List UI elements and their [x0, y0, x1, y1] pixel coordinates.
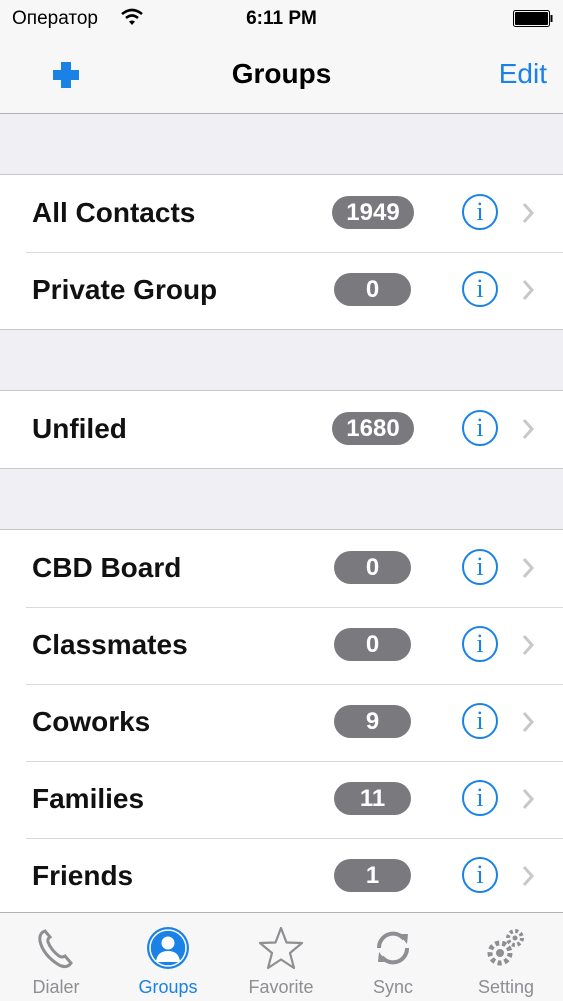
tab-label: Setting: [477, 977, 535, 997]
info-button[interactable]: i: [462, 271, 498, 307]
chevron-right-icon: [522, 635, 535, 655]
count-badge: 1680: [332, 412, 414, 445]
count-badge: 1949: [332, 196, 414, 229]
group-name: CBD Board: [32, 552, 182, 583]
count-badge: 0: [334, 551, 411, 584]
count-badge: 0: [334, 273, 411, 306]
group-name: Private Group: [32, 274, 218, 305]
info-button[interactable]: i: [462, 626, 498, 662]
info-button[interactable]: i: [462, 549, 498, 585]
info-button[interactable]: i: [462, 780, 498, 816]
sync-icon: [376, 931, 410, 965]
status-bar: Оператор 6:11 PM: [0, 0, 563, 38]
chevron-right-icon: [522, 203, 535, 223]
group-row-private-group[interactable]: Private Group 0 i: [0, 252, 563, 329]
tab-label: Groups: [138, 977, 198, 997]
tab-setting[interactable]: Setting: [450, 913, 562, 1001]
group-name: Classmates: [32, 629, 188, 660]
status-time: 6:11 PM: [246, 8, 317, 29]
tab-label: Favorite: [248, 977, 314, 997]
chevron-right-icon: [522, 866, 535, 886]
chevron-right-icon: [522, 280, 535, 300]
group-name: Unfiled: [32, 413, 127, 444]
tab-dialer[interactable]: Dialer: [0, 913, 112, 1001]
battery-icon: [513, 10, 553, 27]
phone-icon: [38, 929, 73, 969]
navigation-bar: Groups Edit: [0, 38, 563, 114]
group-name: Families: [32, 783, 145, 814]
info-button[interactable]: i: [462, 703, 498, 739]
chevron-right-icon: [522, 712, 535, 732]
info-button[interactable]: i: [462, 410, 498, 446]
count-badge: 11: [334, 782, 411, 815]
edit-button[interactable]: Edit: [499, 58, 547, 90]
gears-icon: [487, 929, 524, 966]
chevron-right-icon: [522, 558, 535, 578]
group-row-friends[interactable]: Friends 1 i: [0, 838, 563, 915]
count-badge: 1: [334, 859, 411, 892]
chevron-right-icon: [522, 789, 535, 809]
star-icon: [258, 926, 304, 970]
group-row-all-contacts[interactable]: All Contacts 1949 i: [0, 175, 563, 252]
section-groups: CBD Board 0 i Classmates 0 i Coworks 9 i…: [0, 529, 563, 916]
info-button[interactable]: i: [462, 857, 498, 893]
tab-sync[interactable]: Sync: [337, 913, 449, 1001]
section-main: All Contacts 1949 i Private Group 0 i: [0, 174, 563, 330]
person-circle-icon: [147, 927, 189, 969]
group-row-coworks[interactable]: Coworks 9 i: [0, 684, 563, 761]
tab-label: Sync: [372, 977, 414, 997]
group-name: Coworks: [32, 706, 151, 737]
info-button[interactable]: i: [462, 194, 498, 230]
group-row-families[interactable]: Families 11 i: [0, 761, 563, 838]
group-row-unfiled[interactable]: Unfiled 1680 i: [0, 391, 563, 468]
group-name: Friends: [32, 860, 134, 891]
count-badge: 9: [334, 705, 411, 738]
section-unfiled: Unfiled 1680 i: [0, 390, 563, 469]
tab-groups[interactable]: Groups: [112, 913, 224, 1001]
group-name: All Contacts: [32, 197, 196, 228]
tab-bar: Dialer Groups Favorite Sync Setting: [0, 912, 563, 1001]
group-row-classmates[interactable]: Classmates 0 i: [0, 607, 563, 684]
chevron-right-icon: [522, 419, 535, 439]
tab-favorite[interactable]: Favorite: [225, 913, 337, 1001]
group-row-cbd-board[interactable]: CBD Board 0 i: [0, 530, 563, 607]
count-badge: 0: [334, 628, 411, 661]
tab-label: Dialer: [32, 977, 80, 997]
page-title: Groups: [231, 58, 332, 89]
